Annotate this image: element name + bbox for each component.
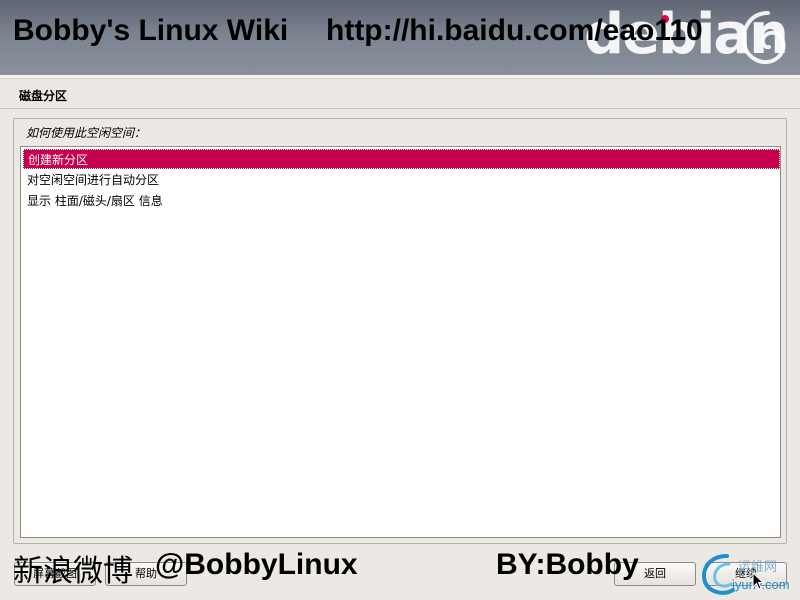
watermark-title: Bobby's Linux Wiki	[13, 14, 289, 47]
author-watermark: BY:Bobby	[496, 548, 639, 581]
options-list[interactable]: 创建新分区 对空闲空间进行自动分区 显示 柱面/磁头/扇区 信息	[20, 146, 781, 538]
title-divider	[0, 108, 800, 109]
debian-swirl-icon	[741, 11, 786, 64]
page-title: 磁盘分区	[19, 89, 68, 103]
watermark-url: http://hi.baidu.com/eao110	[326, 14, 703, 47]
weibo-handle-watermark: @BobbyLinux	[155, 548, 358, 581]
weibo-watermark: 新浪微博	[13, 554, 133, 589]
question-label: 如何使用此空闲空间：	[26, 126, 147, 140]
list-item-auto-partition[interactable]: 对空闲空间进行自动分区	[23, 170, 780, 190]
list-item-show-chs-info[interactable]: 显示 柱面/磁头/扇区 信息	[23, 191, 780, 211]
installer-header-banner: debian Bobby's Linux Wiki http://hi.baid…	[0, 0, 800, 75]
mouse-pointer-icon	[752, 572, 764, 590]
header-divider	[0, 75, 800, 79]
list-item-create-partition[interactable]: 创建新分区	[23, 149, 780, 169]
